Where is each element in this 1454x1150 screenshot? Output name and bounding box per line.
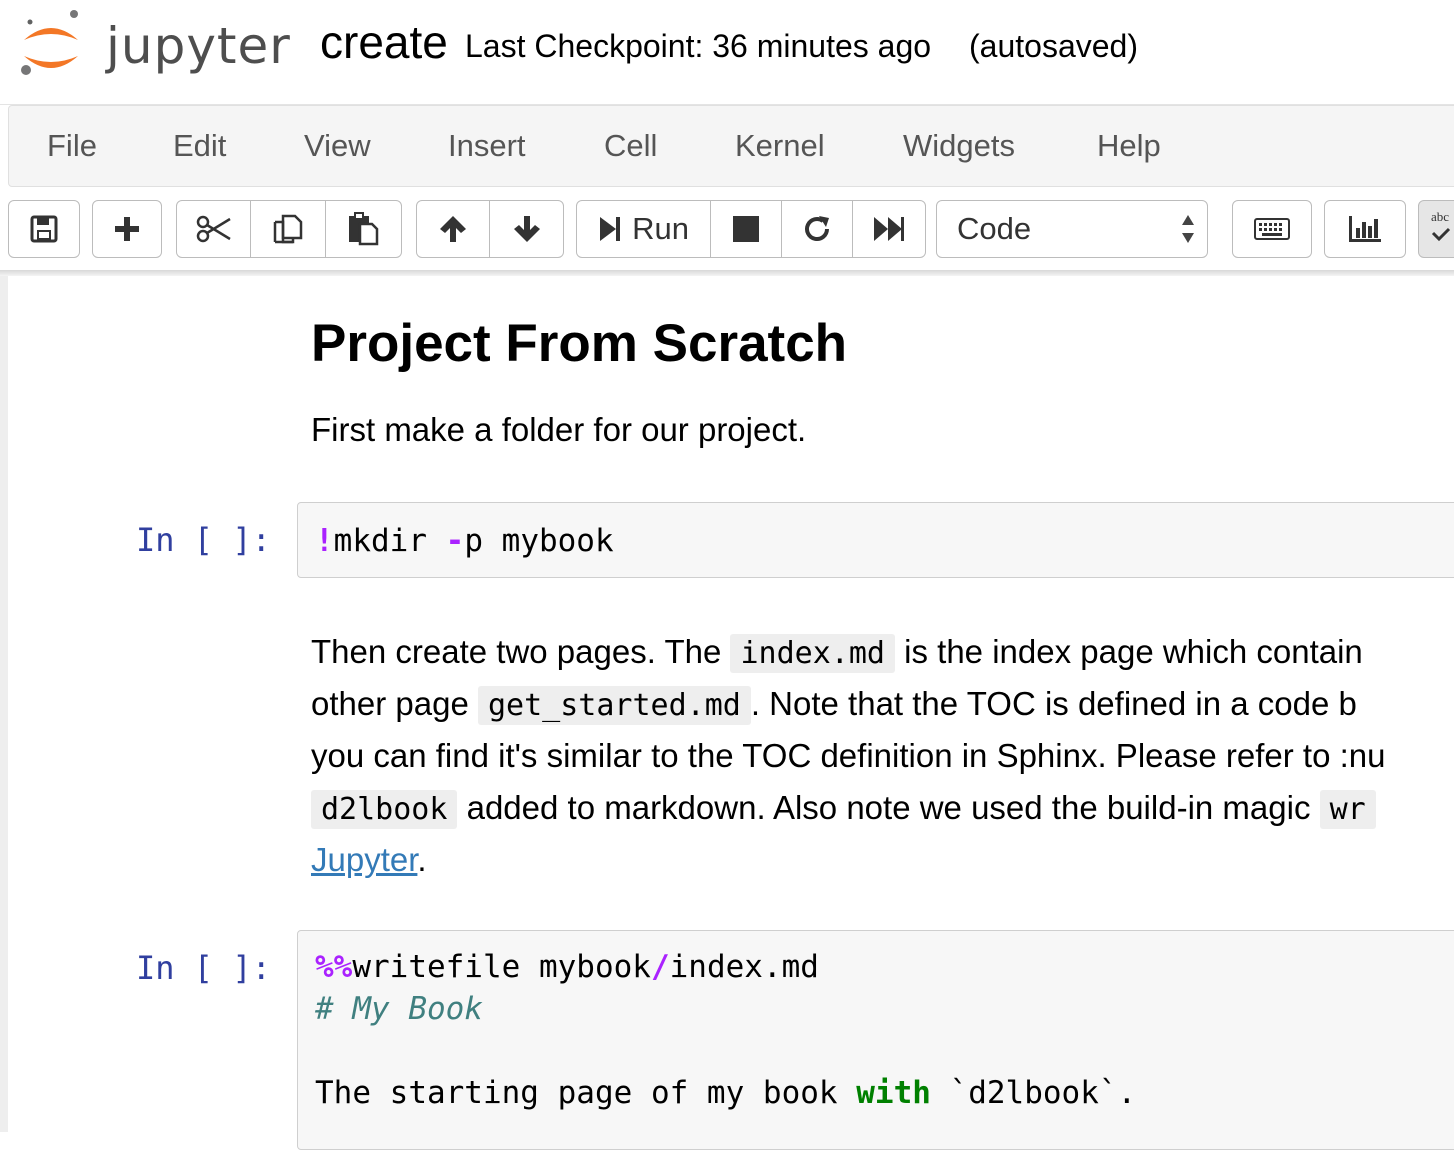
logo-text: jupyter <box>106 17 291 75</box>
inline-code-index: index.md <box>730 634 895 673</box>
fast-forward-icon <box>874 217 905 241</box>
last-checkpoint: Last Checkpoint: 36 minutes ago <box>465 28 932 64</box>
cell-prompt-2: In [ ]: <box>136 949 271 987</box>
insert-cell-button[interactable] <box>93 201 161 257</box>
copy-icon <box>273 214 303 244</box>
header: jupyter create Last Checkpoint: 36 minut… <box>0 0 1454 105</box>
code-line-4: The starting page of my book with `d2lbo… <box>315 1075 1137 1111</box>
inline-code-writefile: wr <box>1319 790 1376 829</box>
keyboard-icon <box>1254 218 1290 240</box>
stop-icon <box>733 216 760 242</box>
jupyter-link[interactable]: Jupyter <box>311 841 417 878</box>
notebook-left-gutter <box>0 276 8 1132</box>
paragraph-line-5: Jupyter. <box>311 841 427 878</box>
checkmark-icon <box>1431 227 1451 242</box>
chart-button[interactable] <box>1325 201 1405 257</box>
cell-prompt: In [ ]: <box>136 521 271 559</box>
jupyter-logo[interactable]: jupyter <box>16 8 290 82</box>
restart-button[interactable] <box>782 201 854 257</box>
interrupt-button[interactable] <box>711 201 782 257</box>
run-all-button[interactable] <box>853 201 925 257</box>
keyboard-group <box>1232 200 1312 258</box>
markdown-heading: Project From Scratch <box>311 314 848 373</box>
menu-insert[interactable]: Insert <box>448 128 526 164</box>
cut-button[interactable] <box>177 201 252 257</box>
restart-icon <box>805 216 830 241</box>
menu-widgets[interactable]: Widgets <box>903 128 1015 164</box>
spellcheck-button[interactable]: abc <box>1419 201 1454 257</box>
code-line-1: %%writefile mybook/index.md <box>315 949 819 985</box>
menu-view[interactable]: View <box>304 128 371 164</box>
menu-kernel[interactable]: Kernel <box>735 128 825 164</box>
inline-code-d2lbook: d2lbook <box>311 790 458 829</box>
arrow-up-icon <box>440 216 466 242</box>
menu-edit[interactable]: Edit <box>173 128 226 164</box>
code-line-2: # My Book <box>315 991 483 1027</box>
flag-token: - <box>445 523 465 559</box>
bang-token: ! <box>315 523 334 559</box>
paste-button[interactable] <box>326 201 401 257</box>
spellcheck-group: abc <box>1418 200 1454 258</box>
code-cell-writefile[interactable]: %%writefile mybook/index.md # My Book Th… <box>297 930 1454 1150</box>
bar-chart-icon <box>1349 216 1381 242</box>
paragraph-line-2: other page get_started.md. Note that the… <box>311 685 1357 725</box>
save-button[interactable] <box>9 201 79 257</box>
copy-button[interactable] <box>251 201 326 257</box>
jupyter-logo-icon <box>21 10 78 75</box>
menubar: File Edit View Insert Cell Kernel Widget… <box>8 105 1454 187</box>
run-group: Run <box>576 200 926 258</box>
arrow-down-icon <box>513 216 540 242</box>
menu-cell[interactable]: Cell <box>604 128 657 164</box>
paste-icon <box>349 212 379 246</box>
cell-type-select[interactable]: Code <box>936 200 1208 258</box>
menu-file[interactable]: File <box>47 128 97 164</box>
chart-group <box>1324 200 1406 258</box>
scissors-icon <box>196 215 231 243</box>
move-up-button[interactable] <box>417 201 490 257</box>
cmd-token: mkdir <box>333 523 446 559</box>
run-button[interactable]: Run <box>577 201 712 257</box>
notebook-name[interactable]: create <box>320 14 448 70</box>
menu-help[interactable]: Help <box>1097 128 1161 164</box>
abc-label: abc <box>1431 209 1450 224</box>
step-forward-icon <box>600 217 621 241</box>
move-group <box>416 200 564 258</box>
toolbar: Run abc <box>0 190 1454 270</box>
inline-code-get-started: get_started.md <box>477 686 751 725</box>
paragraph-line-3: you can find it's similar to the TOC def… <box>311 737 1386 774</box>
paragraph-line-1: Then create two pages. The index.md is t… <box>311 633 1363 673</box>
save-group <box>8 200 80 258</box>
markdown-text: First make a folder for our project. <box>311 411 807 448</box>
plus-icon <box>115 217 139 241</box>
command-palette-button[interactable] <box>1233 201 1311 257</box>
save-icon <box>30 215 58 243</box>
select-arrows-icon <box>1182 215 1194 243</box>
args-token: p mybook <box>464 523 614 559</box>
move-down-button[interactable] <box>490 201 563 257</box>
cell-type-value: Code <box>957 211 1032 246</box>
run-label: Run <box>632 211 690 246</box>
clipboard-group <box>176 200 402 258</box>
insert-group <box>92 200 162 258</box>
code-line: !mkdir -p mybook <box>315 521 614 561</box>
code-cell-mkdir[interactable]: !mkdir -p mybook <box>297 502 1454 578</box>
autosave-status: (autosaved) <box>969 28 1138 64</box>
paragraph-line-4: d2lbook added to markdown. Also note we … <box>311 782 1376 836</box>
